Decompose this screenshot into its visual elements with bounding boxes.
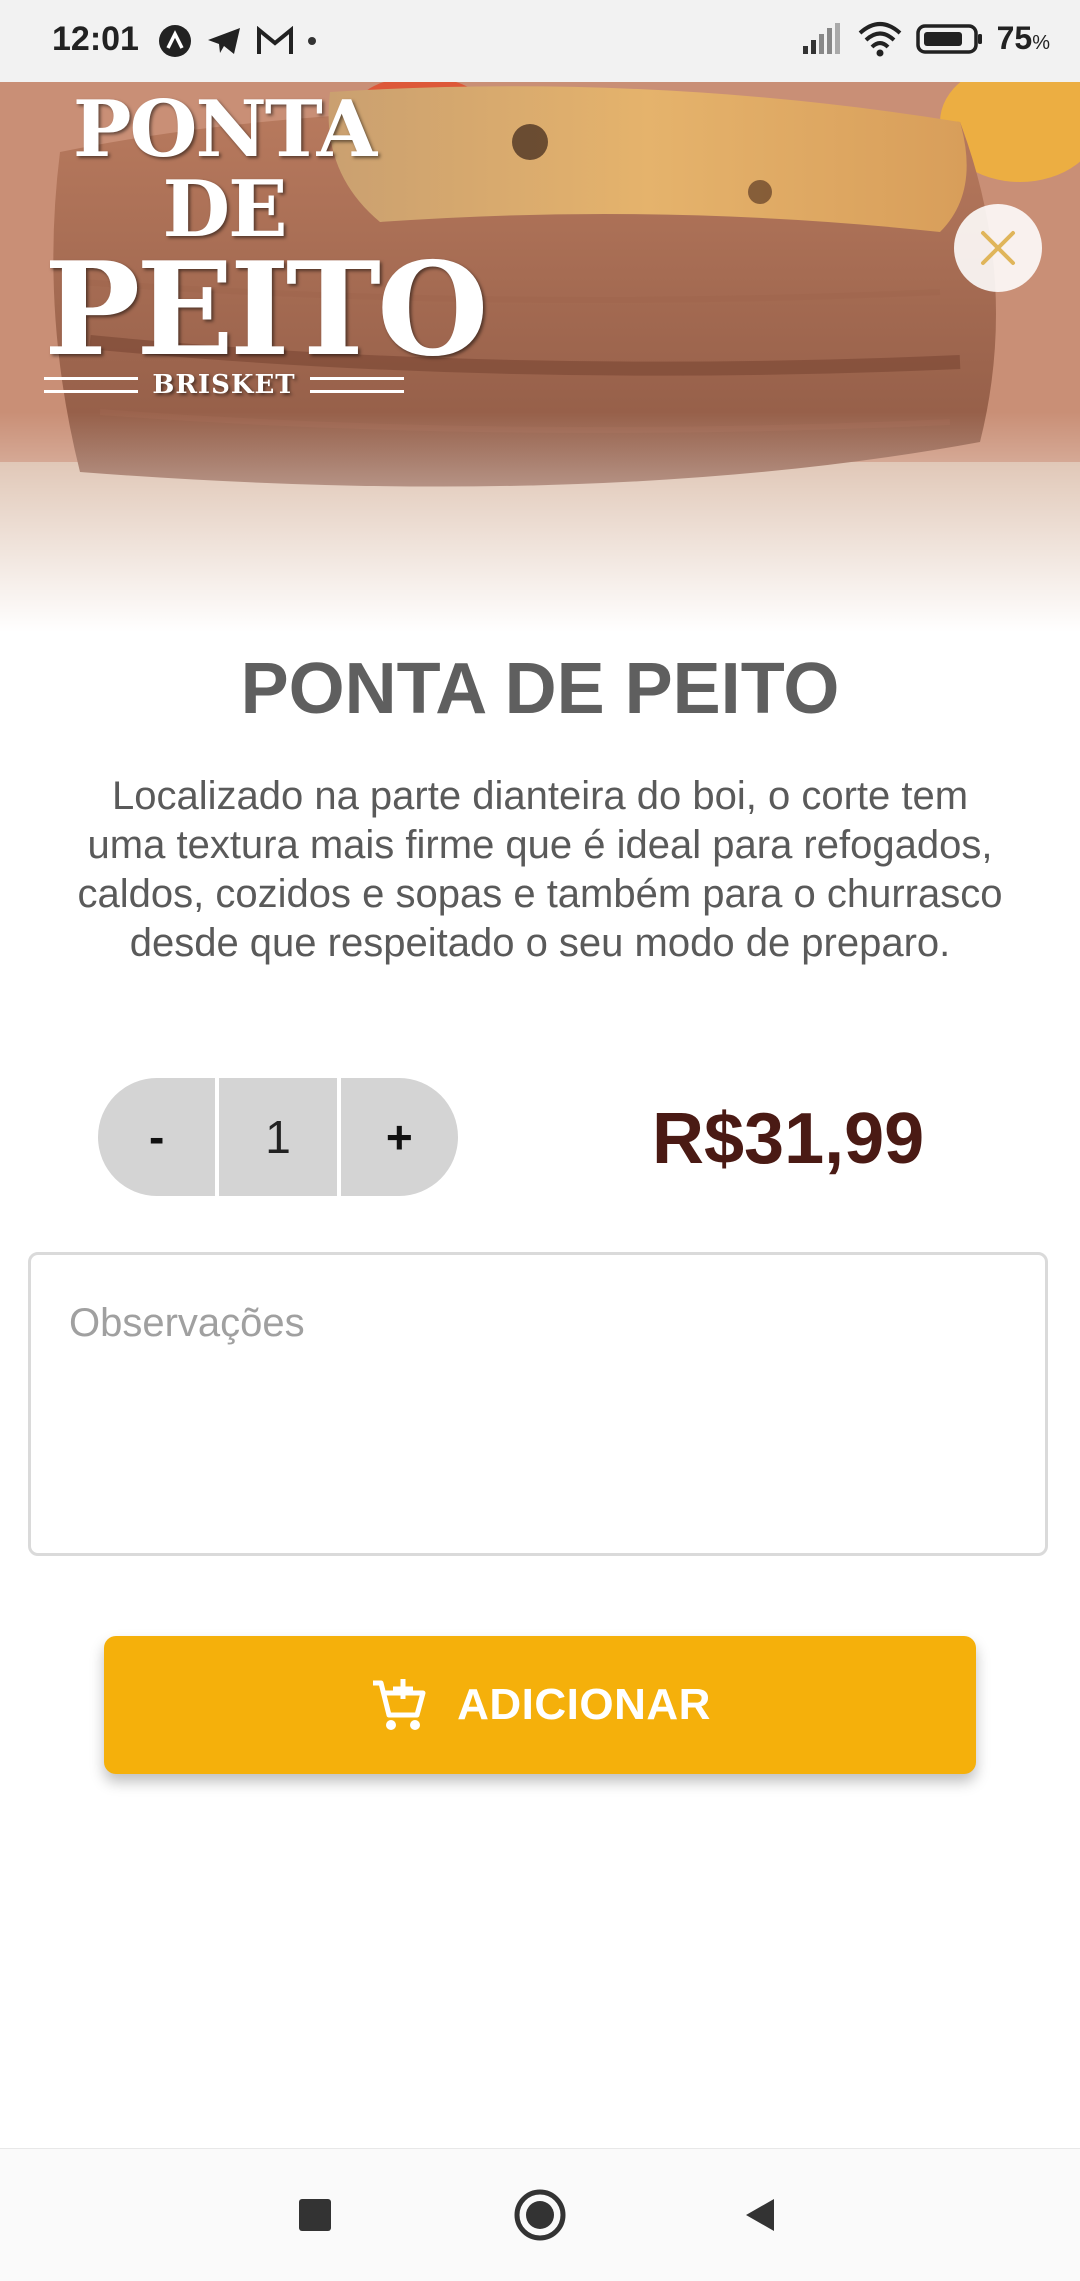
product-title: PONTA DE PEITO	[240, 649, 840, 729]
square-icon	[299, 2199, 331, 2231]
add-shopping-cart-icon	[373, 1679, 426, 1730]
gmail-icon	[257, 26, 293, 54]
close-icon	[981, 231, 1015, 265]
decrement-button[interactable]: -	[98, 1078, 215, 1196]
system-nav-bar	[0, 2148, 1080, 2281]
add-to-cart-button[interactable]: ADICIONAR	[104, 1636, 976, 1774]
product-hero-image: PONTA DE PEITO BRISKET	[0, 82, 1080, 632]
close-button[interactable]	[954, 204, 1042, 292]
notes-field[interactable]	[28, 1252, 1048, 1556]
notification-dot-icon	[308, 37, 316, 45]
battery-percent: 75%	[996, 20, 1050, 56]
status-time: 12:01	[52, 20, 139, 58]
quantity-stepper: - 1 +	[98, 1078, 458, 1196]
back-button[interactable]	[700, 2149, 820, 2281]
add-button-label: ADICIONAR	[457, 1680, 711, 1729]
battery-icon	[915, 23, 982, 54]
increment-button[interactable]: +	[341, 1078, 458, 1196]
signal-icon	[802, 22, 840, 54]
brand-logo: PONTA DE PEITO BRISKET	[44, 84, 488, 400]
status-bar: 12:01 75%	[0, 0, 1080, 82]
home-button[interactable]	[480, 2149, 600, 2281]
product-price: R$31,99	[652, 1099, 925, 1179]
app-icon	[159, 25, 191, 57]
telegram-icon	[208, 28, 240, 54]
triangle-back-icon	[746, 2199, 774, 2231]
recents-button[interactable]	[255, 2149, 375, 2281]
circle-icon	[514, 2189, 566, 2241]
product-description: Localizado na parte dianteira do boi, o …	[77, 774, 1003, 965]
wifi-icon	[858, 21, 901, 56]
quantity-value: 1	[215, 1078, 341, 1196]
